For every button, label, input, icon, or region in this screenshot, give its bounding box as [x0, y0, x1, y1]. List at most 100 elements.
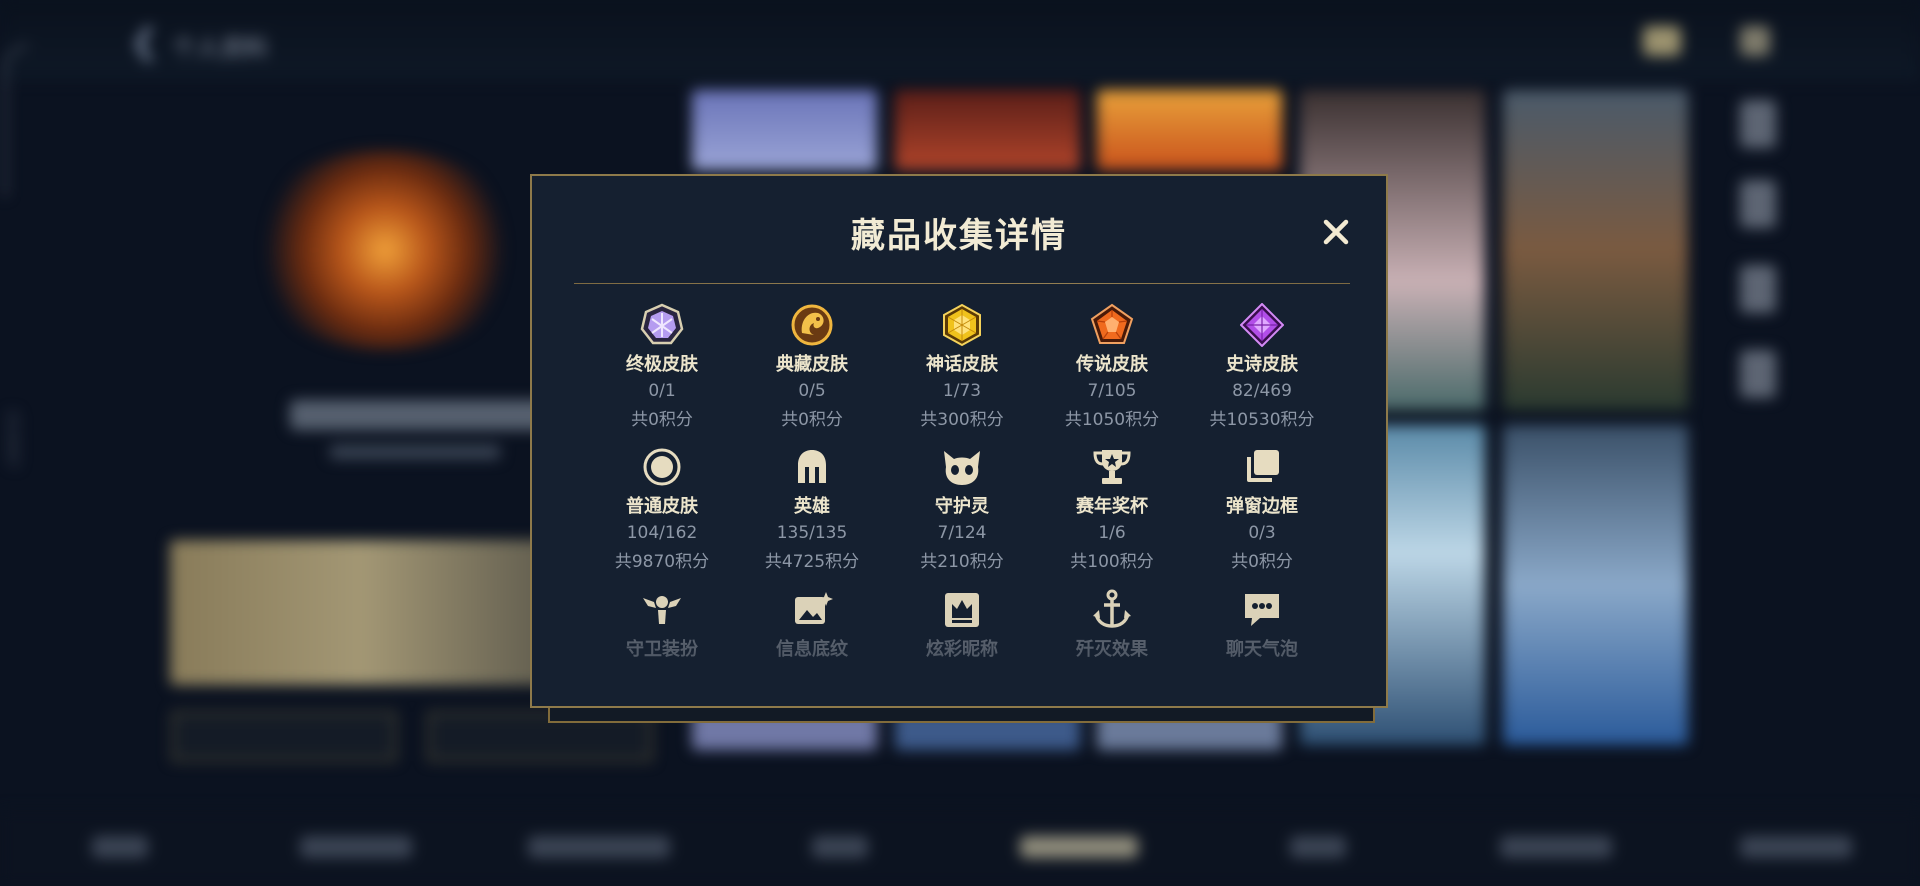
item-name: 英雄: [794, 496, 830, 517]
item-name: 弹窗边框: [1226, 496, 1298, 517]
anchor-icon: [1093, 589, 1131, 628]
item-name: 赛年奖杯: [1076, 496, 1148, 517]
collection-item-heroes[interactable]: 英雄 135/135 共4725积分: [737, 445, 887, 572]
collection-item-annihilation-effect[interactable]: 歼灭效果: [1037, 588, 1187, 661]
skin-card[interactable]: [1503, 90, 1688, 410]
collection-item-legendary-skin[interactable]: 传说皮肤 7/105 共1050积分: [1037, 303, 1187, 430]
collection-details-modal: 藏品收集详情 终极皮肤 0/1 共0积分 典藏皮肤 0/5 共0积分 神话皮肤 …: [530, 174, 1388, 708]
item-points: 共0积分: [1231, 552, 1293, 572]
bottom-tab[interactable]: [92, 836, 148, 858]
side-filter-icon[interactable]: [1740, 350, 1776, 398]
skin-card[interactable]: [1097, 90, 1282, 170]
bottom-tab[interactable]: [1740, 836, 1852, 858]
close-button[interactable]: [1316, 212, 1356, 252]
modal-title: 藏品收集详情: [851, 216, 1067, 256]
side-filter-icon[interactable]: [1740, 100, 1776, 148]
player-name: [290, 400, 550, 430]
item-points: 共210积分: [920, 552, 1004, 572]
chat-bubble-icon: [1245, 594, 1279, 626]
item-count: 104/162: [626, 523, 698, 543]
player-subtitle: [330, 445, 500, 459]
ultimate-gem-icon: [640, 303, 684, 345]
trophy-icon: [1093, 450, 1131, 484]
item-points: 共9870积分: [614, 552, 710, 572]
item-count: 0/1: [648, 381, 676, 401]
left-edge-decoration: [4, 45, 28, 197]
collection-item-season-trophy[interactable]: 赛年奖杯 1/6 共100积分: [1037, 445, 1187, 572]
item-name: 传说皮肤: [1076, 354, 1148, 375]
bottom-tab[interactable]: [300, 836, 412, 858]
collection-item-treasured-skin[interactable]: 典藏皮肤 0/5 共0积分: [737, 303, 887, 430]
item-count: 1/6: [1098, 523, 1126, 543]
collection-item-mythic-skin[interactable]: 神话皮肤 1/73 共300积分: [887, 303, 1037, 430]
item-name: 终极皮肤: [626, 354, 698, 375]
guardian-pet-icon: [944, 451, 980, 485]
currency-icon[interactable]: [1643, 26, 1681, 56]
skin-card[interactable]: [895, 90, 1080, 170]
circle-icon: [643, 448, 681, 486]
item-points: 共0积分: [781, 410, 843, 430]
crown-card-icon: [945, 593, 979, 627]
vertical-id-text: 2519597: [4, 410, 19, 468]
item-name: 典藏皮肤: [776, 354, 848, 375]
ward-icon: [643, 596, 681, 624]
dragon-emblem-icon: [791, 304, 833, 346]
profile-button-left[interactable]: [172, 712, 396, 761]
bottom-tab-active[interactable]: [1020, 836, 1138, 858]
collection-item-ward-skin[interactable]: 守卫装扮: [587, 588, 737, 661]
collection-item-popup-frame[interactable]: 弹窗边框 0/3 共0积分: [1187, 445, 1337, 572]
item-count: 135/135: [776, 523, 848, 543]
item-name: 神话皮肤: [926, 354, 998, 375]
title-divider: [574, 283, 1350, 284]
item-points: 共100积分: [1070, 552, 1154, 572]
collection-item-epic-skin[interactable]: 史诗皮肤 82/469 共10530积分: [1187, 303, 1337, 430]
helmet-icon: [798, 450, 826, 483]
item-name: 炫彩昵称: [926, 639, 998, 660]
side-filter-icon[interactable]: [1740, 265, 1776, 313]
item-count: 7/124: [937, 523, 987, 543]
item-name: 歼灭效果: [1076, 639, 1148, 660]
item-points: 共1050积分: [1064, 410, 1160, 430]
top-bar: [0, 0, 1920, 80]
exit-icon[interactable]: [1740, 26, 1770, 56]
side-filter-icon[interactable]: [1740, 180, 1776, 228]
item-points: 共300积分: [920, 410, 1004, 430]
legendary-gem-icon: [1090, 303, 1134, 344]
collection-grid: 终极皮肤 0/1 共0积分 典藏皮肤 0/5 共0积分 神话皮肤 1/73 共3…: [587, 303, 1337, 703]
item-name: 守护灵: [935, 496, 989, 517]
collection-item-guardian[interactable]: 守护灵 7/124 共210积分: [887, 445, 1037, 572]
page-title: 个人资料: [172, 34, 268, 62]
item-name: 信息底纹: [776, 639, 848, 660]
skin-card[interactable]: [692, 90, 877, 170]
collection-item-colorful-nickname[interactable]: 炫彩昵称: [887, 588, 1037, 661]
mythic-gem-icon: [943, 303, 981, 347]
image-sparkle-icon: [795, 592, 833, 624]
item-name: 聊天气泡: [1226, 639, 1298, 660]
skin-card[interactable]: [1503, 425, 1688, 745]
collection-item-chat-bubble[interactable]: 聊天气泡: [1187, 588, 1337, 661]
bottom-tab-bar: [0, 810, 1920, 886]
back-arrow-icon[interactable]: ❮: [130, 22, 159, 62]
item-count: 1/73: [942, 381, 982, 401]
item-points: 共10530积分: [1209, 410, 1315, 430]
item-count: 82/469: [1232, 381, 1292, 401]
collection-item-info-pattern[interactable]: 信息底纹: [737, 588, 887, 661]
rank-emblem: [245, 150, 525, 350]
epic-gem-icon: [1240, 303, 1284, 347]
item-count: 7/105: [1087, 381, 1137, 401]
item-count: 0/3: [1248, 523, 1276, 543]
close-icon: [1323, 219, 1349, 245]
item-points: 共4725积分: [764, 552, 860, 572]
bottom-tab[interactable]: [812, 836, 868, 858]
item-name: 史诗皮肤: [1226, 354, 1298, 375]
bottom-tab[interactable]: [1500, 836, 1612, 858]
item-name: 普通皮肤: [626, 496, 698, 517]
bottom-tab[interactable]: [1290, 836, 1346, 858]
stacked-frames-icon: [1247, 450, 1279, 482]
collection-item-normal-skin[interactable]: 普通皮肤 104/162 共9870积分: [587, 445, 737, 572]
collection-item-ultimate-skin[interactable]: 终极皮肤 0/1 共0积分: [587, 303, 737, 430]
item-name: 守卫装扮: [626, 639, 698, 660]
bottom-tab[interactable]: [528, 836, 670, 858]
item-count: 0/5: [798, 381, 826, 401]
item-points: 共0积分: [631, 410, 693, 430]
